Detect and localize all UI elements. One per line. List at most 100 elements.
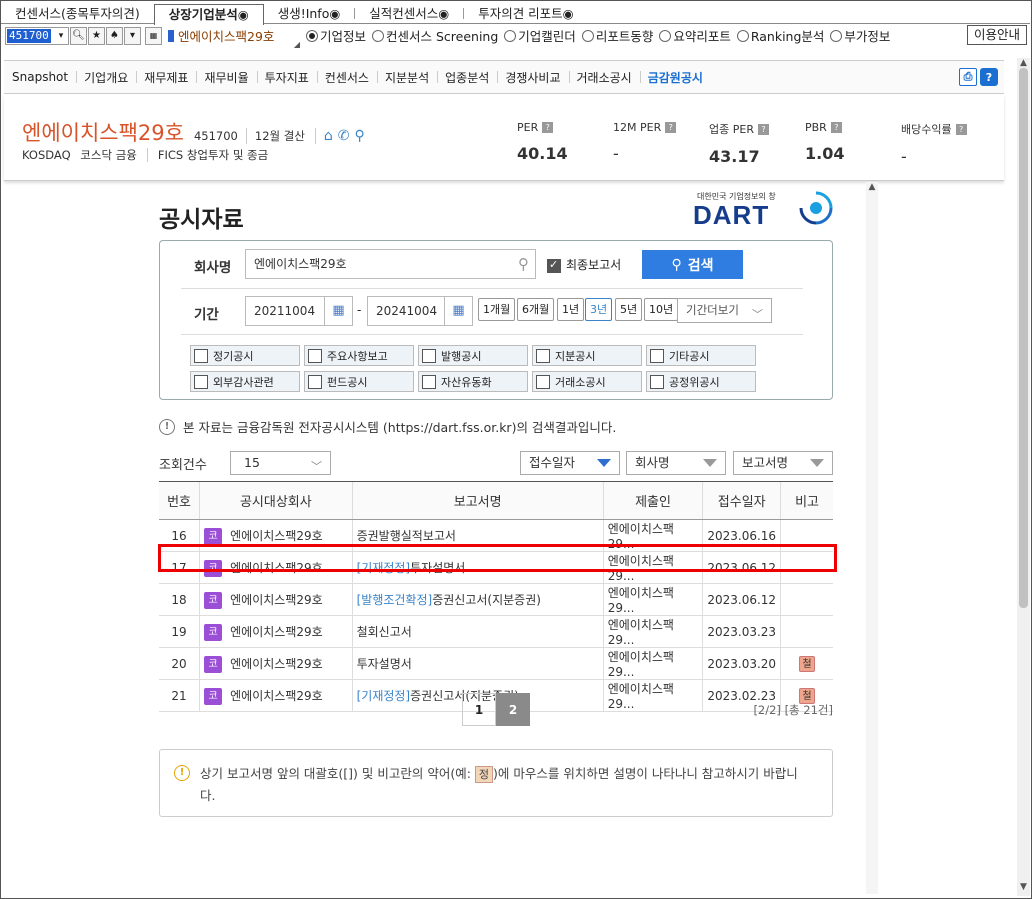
company-selector[interactable]: 엔에이치스팩29호 ◢ — [168, 26, 300, 49]
page-2-button[interactable]: 2 — [496, 693, 530, 726]
tab-consensus[interactable]: 컨센서스(종목투자의견) — [1, 4, 154, 23]
outer-scrollbar[interactable]: ▲ ▼ — [1017, 58, 1030, 896]
scroll-down-icon[interactable]: ▼ — [1017, 882, 1030, 896]
page-1-button[interactable]: 1 — [462, 693, 496, 726]
menu-peer-comparison[interactable]: 경쟁사비교 — [497, 69, 568, 86]
print-icon[interactable]: ⎙ — [959, 68, 977, 86]
tab-earnings-consensus[interactable]: 실적컨센서스◉ — [355, 4, 463, 23]
checkbox[interactable] — [308, 374, 322, 389]
phone-icon[interactable]: ✆ — [338, 128, 350, 144]
report-link[interactable]: 철회신고서 — [357, 625, 412, 639]
tab-reports[interactable]: 투자의견 리포트◉ — [464, 4, 587, 23]
period-10y-button[interactable]: 10년 — [644, 298, 679, 321]
home-icon[interactable]: ⌂ — [324, 128, 333, 144]
menu-consensus[interactable]: 컨센서스 — [316, 69, 377, 86]
tab-info[interactable]: 생생!Info◉ — [264, 4, 355, 23]
company-search-input[interactable]: 엔에이치스팩29호 ⚲ — [245, 249, 536, 279]
category-exchange[interactable]: 거래소공시 — [532, 371, 642, 392]
report-prefix[interactable]: [발행조건확정] — [357, 593, 433, 607]
checkbox[interactable] — [194, 374, 208, 389]
table-row[interactable]: 18 코 엔에이치스팩29호 [발행조건확정]증권신고서(지분증권) 엔에이치스팩… — [159, 583, 833, 616]
category-equity[interactable]: 지분공시 — [532, 345, 642, 366]
table-row[interactable]: 19 코 엔에이치스팩29호 철회신고서 엔에이치스팩29... 2023.03.… — [159, 615, 833, 648]
period-6m-button[interactable]: 6개월 — [517, 298, 555, 321]
checkbox[interactable] — [650, 348, 664, 363]
checkbox[interactable] — [536, 374, 550, 389]
row-company[interactable]: 엔에이치스팩29호 — [230, 529, 323, 543]
checkbox[interactable] — [547, 258, 561, 273]
calendar-icon[interactable]: ▦ — [444, 297, 472, 325]
period-1m-button[interactable]: 1개월 — [478, 298, 516, 321]
period-3y-button[interactable]: 3년 — [585, 298, 613, 321]
report-prefix[interactable]: [기재정정] — [357, 689, 411, 703]
date-to-input[interactable]: 20241004 ▦ — [367, 296, 473, 326]
menu-exchange-disclosure[interactable]: 거래소공시 — [568, 69, 640, 86]
menu-overview[interactable]: 기업개요 — [76, 69, 136, 86]
report-link[interactable]: 증권발행실적보고서 — [357, 529, 456, 543]
date-from-input[interactable]: 20211004 ▦ — [245, 296, 353, 326]
radio-consensus-screening[interactable]: 컨센서스 Screening — [372, 26, 498, 45]
scroll-up-icon[interactable]: ▲ — [866, 182, 878, 192]
row-company[interactable]: 엔에이치스팩29호 — [230, 625, 323, 639]
inner-scrollbar[interactable]: ▲ — [866, 182, 878, 894]
star-icon[interactable]: ★ — [88, 26, 105, 45]
category-major[interactable]: 주요사항보고 — [304, 345, 414, 366]
menu-financials[interactable]: 재무제표 — [136, 69, 196, 86]
period-1y-button[interactable]: 1년 — [557, 298, 585, 321]
sort-report-select[interactable]: 보고서명 — [733, 451, 833, 475]
help-icon[interactable]: ? — [980, 68, 998, 86]
code-input[interactable]: 451700 ▾ — [5, 26, 69, 45]
table-row[interactable]: 20 코 엔에이치스팩29호 투자설명서 엔에이치스팩29... 2023.03.… — [159, 647, 833, 680]
info-icon[interactable]: ? — [757, 123, 769, 135]
tab-listed-company[interactable]: 상장기업분석◉ — [153, 4, 264, 25]
report-link[interactable]: 투자설명서 — [357, 657, 412, 671]
radio-report-trend[interactable]: 리포트동향 — [581, 26, 653, 45]
help-button[interactable]: 이용안내 — [966, 25, 1027, 45]
row-company[interactable]: 엔에이치스팩29호 — [230, 593, 323, 607]
calendar-icon[interactable]: ▦ — [324, 297, 352, 325]
checkbox[interactable] — [422, 348, 436, 363]
chevron-down-icon[interactable]: ▾ — [54, 31, 68, 41]
radio-ranking[interactable]: Ranking분석 — [736, 26, 824, 45]
row-company[interactable]: 엔에이치스팩29호 — [230, 689, 323, 703]
menu-snapshot[interactable]: Snapshot — [4, 70, 76, 84]
period-more-select[interactable]: 기간더보기 ﹀ — [677, 298, 772, 323]
count-select[interactable]: 15 ﹀ — [230, 451, 331, 475]
search-icon[interactable]: 🔍︎ — [70, 26, 87, 45]
checkbox[interactable] — [650, 374, 664, 389]
info-icon[interactable]: ? — [665, 122, 677, 133]
final-report-checkbox[interactable]: 최종보고서 — [547, 256, 621, 273]
category-issuance[interactable]: 발행공시 — [418, 345, 528, 366]
location-icon[interactable]: ⚲ — [355, 128, 365, 144]
radio-summary-report[interactable]: 요약리포트 — [659, 26, 731, 45]
menu-shareholding[interactable]: 지분분석 — [376, 69, 437, 86]
checkbox[interactable] — [308, 348, 322, 363]
checkbox[interactable] — [536, 348, 550, 363]
withdrawn-badge[interactable]: 철 — [799, 655, 816, 672]
category-other[interactable]: 기타공시 — [646, 345, 756, 366]
period-5y-button[interactable]: 5년 — [615, 298, 643, 321]
info-icon[interactable]: ? — [955, 123, 967, 135]
menu-ratios[interactable]: 재무비율 — [196, 69, 256, 86]
row-company[interactable]: 엔에이치스팩29호 — [230, 657, 323, 671]
info-icon[interactable]: ? — [830, 122, 842, 133]
category-fund[interactable]: 펀드공시 — [304, 371, 414, 392]
search-button[interactable]: ⚲ 검색 — [642, 250, 743, 279]
report-link[interactable]: 증권신고서(지분증권) — [432, 593, 541, 607]
dropdown-icon[interactable]: ▾ — [124, 26, 141, 45]
scroll-thumb[interactable] — [1019, 68, 1028, 608]
category-ftc[interactable]: 공정위공시 — [646, 371, 756, 392]
menu-fss-disclosure[interactable]: 금감원공시 — [639, 69, 711, 86]
spade-icon[interactable]: ♠ — [106, 26, 123, 45]
category-audit[interactable]: 외부감사관련 — [190, 371, 300, 392]
category-abs[interactable]: 자산유동화 — [418, 371, 528, 392]
search-icon[interactable]: ⚲ — [518, 250, 529, 278]
menu-investment-index[interactable]: 투자지표 — [256, 69, 317, 86]
sort-date-select[interactable]: 접수일자 — [520, 451, 620, 475]
sort-company-select[interactable]: 회사명 — [626, 451, 726, 475]
menu-industry[interactable]: 업종분석 — [437, 69, 497, 86]
category-regular[interactable]: 정기공시 — [190, 345, 300, 366]
info-icon[interactable]: ? — [542, 122, 554, 133]
radio-extra-info[interactable]: 부가정보 — [830, 26, 890, 45]
radio-company-info[interactable]: 기업정보 — [306, 26, 366, 45]
